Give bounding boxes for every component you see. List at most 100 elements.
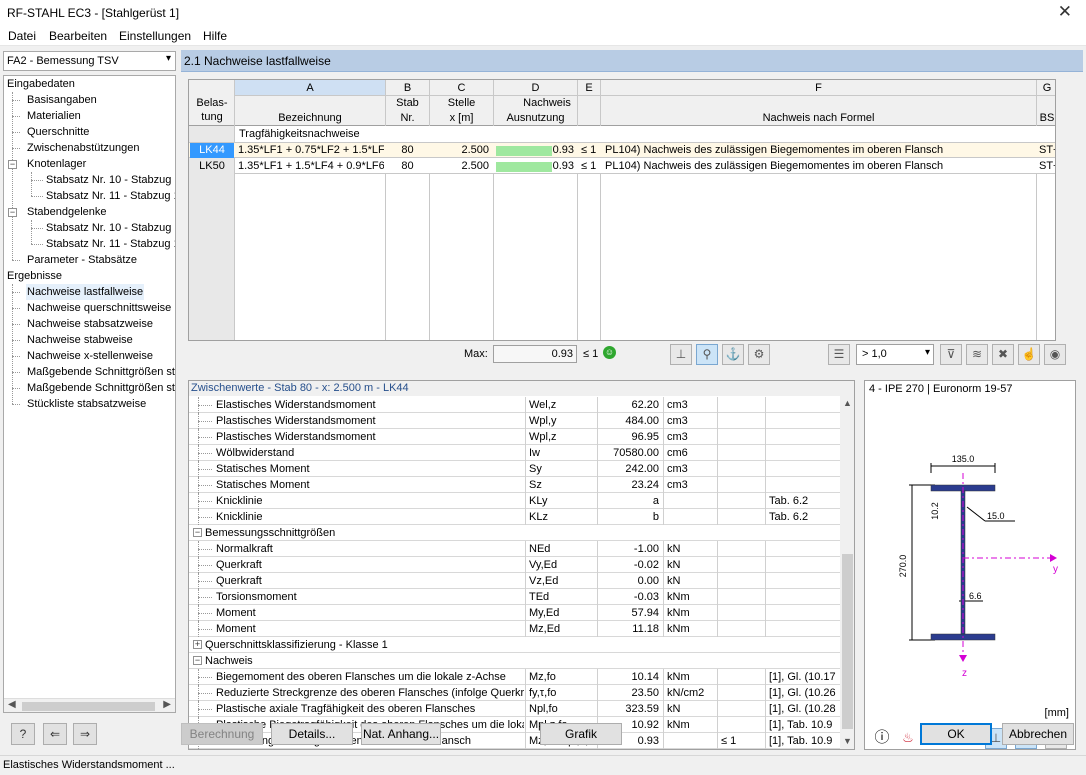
button-bar: ? ⇐ ⇒ Berechnung Details... Nat. Anhang.… xyxy=(0,715,1086,753)
scroll-thumb[interactable] xyxy=(842,554,853,729)
tree-result-setofmembers[interactable]: Nachweise stabsatzweise xyxy=(27,316,153,332)
result-bars-icon[interactable]: ☰ xyxy=(828,344,850,365)
row-lc[interactable]: LK50 xyxy=(190,159,234,174)
value-row[interactable]: Plastisches Widerstandsmoment Wpl,y 484.00… xyxy=(189,413,840,429)
tree-nodal-2[interactable]: Stabsatz Nr. 11 - Stabzug 1 xyxy=(46,188,175,204)
value-row[interactable]: Moment My,Ed 57.94 kNm xyxy=(189,605,840,621)
menu-bearbeiten[interactable]: Bearbeiten xyxy=(49,29,107,43)
value-reference: [1], Gl. (10.17 xyxy=(769,671,836,683)
tree-result-xlocation[interactable]: Nachweise x-stellenweise xyxy=(27,348,153,364)
value-row[interactable]: Plastisches Widerstandsmoment Wpl,z 96.95 c… xyxy=(189,429,840,445)
cancel-button[interactable]: Abbrechen xyxy=(1002,723,1074,745)
value-row[interactable]: Torsionsmoment TEd -0.03 kNm xyxy=(189,589,840,605)
export-icon[interactable]: ⇒ xyxy=(73,723,97,745)
scroll-thumb[interactable] xyxy=(22,702,155,711)
intermediate-values-header: Zwischenwerte - Stab 80 - x: 2.500 m - L… xyxy=(189,381,854,396)
tree-result-partslist[interactable]: Stückliste stabsatzweise xyxy=(27,396,146,412)
tree-sections[interactable]: Querschnitte xyxy=(27,124,89,140)
header-name: Bezeichnung xyxy=(278,112,342,124)
tree-result-section[interactable]: Nachweise querschnittsweise xyxy=(27,300,171,316)
group-row[interactable]: − Bemessungsschnittgrößen xyxy=(189,525,840,541)
row-lc[interactable]: LK44 xyxy=(190,143,234,158)
filter-icon[interactable]: ⊽ xyxy=(940,344,962,365)
expand-toggle-icon[interactable]: + xyxy=(193,640,202,649)
value-row[interactable]: Biegemoment des oberen Flansches um die … xyxy=(189,669,840,685)
import-icon[interactable]: ⇐ xyxy=(43,723,67,745)
arrow-up-icon[interactable]: ▲ xyxy=(843,398,852,408)
tree-hinge-1[interactable]: Stabsatz Nr. 10 - Stabzug 1 xyxy=(46,220,175,236)
graphic-button[interactable]: Grafik xyxy=(540,723,622,745)
arrow-right-icon[interactable]: ▶ xyxy=(163,699,171,710)
value-symbol: Iw xyxy=(529,447,540,459)
value-unit: kN xyxy=(667,703,681,715)
tree-result-loadcase[interactable]: Nachweise lastfallweise xyxy=(26,284,145,300)
main-panel: 2.1 Nachweise lastfallweise A B C D E F … xyxy=(181,50,1083,750)
group-row[interactable]: − Nachweis xyxy=(189,653,840,669)
collapse-icon[interactable]: − xyxy=(8,160,17,169)
tree-result-member[interactable]: Nachweise stabweise xyxy=(27,332,133,348)
menu-hilfe[interactable]: Hilfe xyxy=(203,29,227,43)
support-icon[interactable]: ⚓ xyxy=(722,344,744,365)
loads-icon[interactable]: ⚙ xyxy=(748,344,770,365)
tree-nodal-1[interactable]: Stabsatz Nr. 10 - Stabzug 1 xyxy=(46,172,175,188)
col-d-letter: D xyxy=(531,82,540,94)
tree-horizontal-scrollbar[interactable]: ◀ ▶ xyxy=(4,698,175,712)
menu-einstellungen[interactable]: Einstellungen xyxy=(119,29,191,43)
group-row[interactable]: + Querschnittsklassifizierung - Klasse 1 xyxy=(189,637,840,653)
value-reference: Tab. 6.2 xyxy=(769,495,809,507)
value-unit: kN/cm2 xyxy=(667,687,705,699)
axis-y-label: y xyxy=(1053,564,1058,575)
value-row[interactable]: Wölbwiderstand Iw 70580.00 cm6 xyxy=(189,445,840,461)
help-icon[interactable]: ? xyxy=(11,723,35,745)
details-button[interactable]: Details... xyxy=(271,723,353,745)
max-label: Max: xyxy=(464,348,488,360)
value-label: Torsionsmoment xyxy=(216,591,297,603)
value-row[interactable]: Querkraft Vz,Ed 0.00 kN xyxy=(189,573,840,589)
arrow-left-icon[interactable]: ◀ xyxy=(8,699,16,710)
vertical-scrollbar[interactable]: ▲ ▼ xyxy=(840,396,854,749)
value-number: -1.00 xyxy=(633,543,659,555)
tree-result-forces-set[interactable]: Maßgebende Schnittgrößen stabsatzweise xyxy=(27,380,175,396)
tree-intermediate[interactable]: Zwischenabstützungen xyxy=(27,140,140,156)
tree-materials[interactable]: Materialien xyxy=(27,108,81,124)
national-annex-button[interactable]: Nat. Anhang... xyxy=(361,723,441,745)
tree-nodal-supports[interactable]: Knotenlager xyxy=(27,156,86,172)
design-case-select[interactable]: FA2 - Bemessung TSV ▾ xyxy=(3,51,176,71)
value-row[interactable]: Knicklinie KLz b Tab. 6.2 xyxy=(189,509,840,525)
select-icon[interactable]: ☝ xyxy=(1018,344,1040,365)
chevron-down-icon[interactable]: ▾ xyxy=(925,347,930,358)
tree-result-forces-member[interactable]: Maßgebende Schnittgrößen stabweise xyxy=(27,364,175,380)
tree-basis[interactable]: Basisangaben xyxy=(27,92,97,108)
value-symbol: Wpl,y xyxy=(529,415,557,427)
chevron-down-icon[interactable]: ▾ xyxy=(166,53,171,64)
value-row[interactable]: Statisches Moment Sy 242.00 cm3 xyxy=(189,461,840,477)
menu-datei[interactable]: Datei xyxy=(8,29,36,43)
tree-hinges[interactable]: Stabendgelenke xyxy=(27,204,107,220)
value-row[interactable]: Statisches Moment Sz 23.24 cm3 xyxy=(189,477,840,493)
tree-results[interactable]: Ergebnisse xyxy=(7,268,62,284)
excel-export-icon[interactable]: ✖ xyxy=(992,344,1014,365)
pin-icon[interactable]: ⚲ xyxy=(696,344,718,365)
value-row[interactable]: Reduzierte Streckgrenze des oberen Flans… xyxy=(189,685,840,701)
expand-toggle-icon[interactable]: − xyxy=(193,656,202,665)
view-icon[interactable]: ◉ xyxy=(1044,344,1066,365)
ok-button[interactable]: OK xyxy=(920,723,992,745)
header-location-unit: x [m] xyxy=(449,112,474,124)
close-icon[interactable]: ✕ xyxy=(1058,2,1072,22)
color-scale-icon[interactable]: ≋ xyxy=(966,344,988,365)
tree-input[interactable]: Eingabedaten xyxy=(7,76,75,92)
calculate-button[interactable]: Berechnung xyxy=(181,723,263,745)
beam-icon[interactable]: ⊥ xyxy=(670,344,692,365)
filter-select[interactable]: > 1,0 ▾ xyxy=(856,344,934,365)
value-row[interactable]: Knicklinie KLy a Tab. 6.2 xyxy=(189,493,840,509)
value-row[interactable]: Normalkraft NEd -1.00 kN xyxy=(189,541,840,557)
tree-params[interactable]: Parameter - Stabsätze xyxy=(27,252,137,268)
row-bs: ST+V xyxy=(1039,144,1055,156)
value-row[interactable]: Querkraft Vy,Ed -0.02 kN xyxy=(189,557,840,573)
tree-hinge-2[interactable]: Stabsatz Nr. 11 - Stabzug 1 xyxy=(46,236,175,252)
value-row[interactable]: Elastisches Widerstandsmoment Wel,z 62.20 c… xyxy=(189,397,840,413)
value-row[interactable]: Moment Mz,Ed 11.18 kNm xyxy=(189,621,840,637)
value-number: b xyxy=(652,511,659,523)
collapse-icon[interactable]: − xyxy=(8,208,17,217)
expand-toggle-icon[interactable]: − xyxy=(193,528,202,537)
